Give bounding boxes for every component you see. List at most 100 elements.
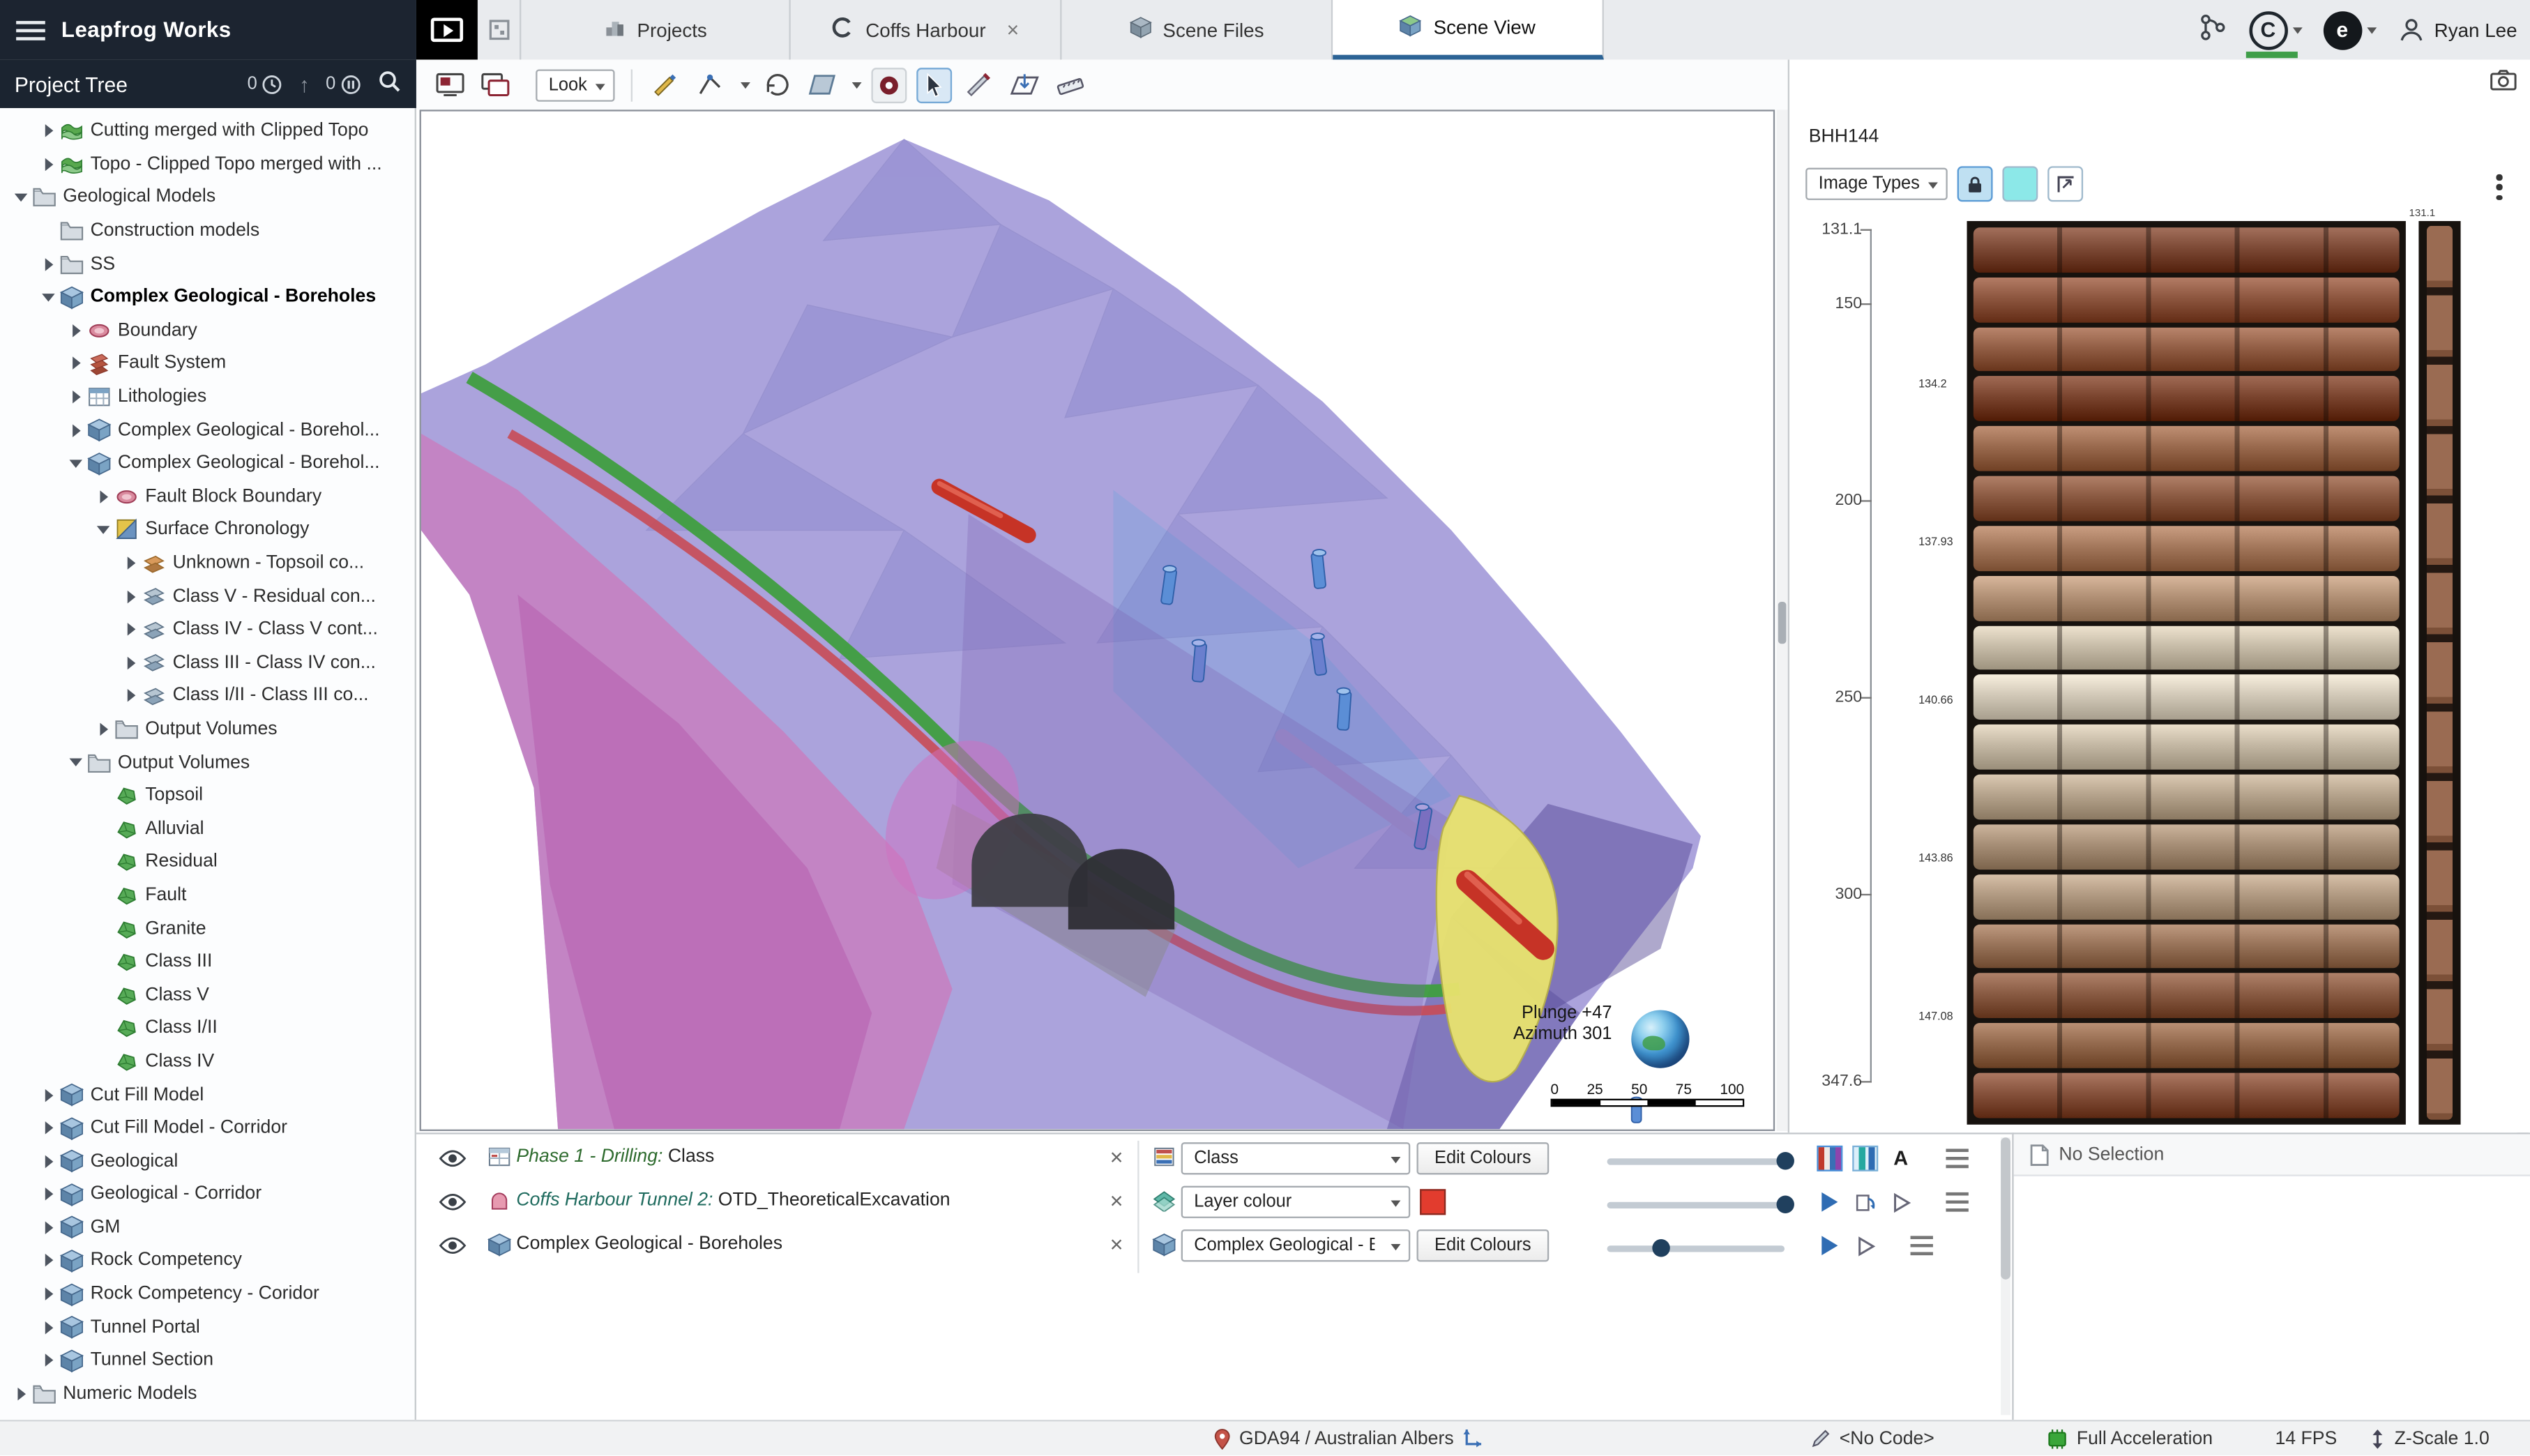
page-flip-icon[interactable] xyxy=(1852,1189,1878,1215)
tree-item-cut-fill-model-corridor[interactable]: Cut Fill Model - Corridor xyxy=(0,1112,415,1145)
scene-panel-splitter[interactable] xyxy=(1776,109,1787,1131)
expander-expanded-icon[interactable] xyxy=(92,526,114,534)
tree-item-unknown-topsoil-co[interactable]: Unknown - Topsoil co... xyxy=(0,547,415,580)
slicer-ring-icon[interactable] xyxy=(871,67,907,103)
expander-expanded-icon[interactable] xyxy=(65,759,87,767)
tab-overview-icon[interactable] xyxy=(478,0,520,60)
kebab-menu-icon[interactable] xyxy=(2488,173,2510,202)
copy-scene-icon[interactable] xyxy=(478,67,513,103)
visibility-eye-icon[interactable] xyxy=(439,1236,466,1260)
tree-item-gm[interactable]: GM xyxy=(0,1211,415,1245)
tree-item-class-v[interactable]: Class V xyxy=(0,978,415,1012)
expander-collapsed-icon[interactable] xyxy=(37,1321,59,1334)
scene-3d-viewport[interactable]: Plunge +47 Azimuth 301 0255075100 xyxy=(420,109,1775,1131)
hamburger-menu-icon[interactable] xyxy=(16,20,45,40)
tree-item-tunnel-portal[interactable]: Tunnel Portal xyxy=(0,1311,415,1344)
edit-colours-button[interactable]: Edit Colours xyxy=(1417,1142,1550,1174)
tree-item-cutting-merged-with-clipped-topo[interactable]: Cutting merged with Clipped Topo xyxy=(0,114,415,148)
expander-collapsed-icon[interactable] xyxy=(37,158,59,171)
draw-slicer-icon[interactable] xyxy=(649,67,684,103)
colormap-bars-icon[interactable] xyxy=(1852,1146,1878,1171)
tree-item-output-volumes[interactable]: Output Volumes xyxy=(0,746,415,780)
opacity-slider[interactable] xyxy=(1607,1158,1785,1165)
play-filled-icon[interactable] xyxy=(1817,1233,1842,1259)
tab-scene-view[interactable]: Scene View xyxy=(1333,0,1604,60)
expander-collapsed-icon[interactable] xyxy=(37,1089,59,1102)
slicer-options-caret[interactable] xyxy=(851,82,861,88)
image-types-dropdown[interactable]: Image Types xyxy=(1805,168,1948,200)
play-outline-icon[interactable] xyxy=(1852,1233,1878,1259)
expander-collapsed-icon[interactable] xyxy=(37,1155,59,1168)
visibility-eye-icon[interactable] xyxy=(439,1192,466,1217)
code-indicator[interactable]: <No Code> xyxy=(1810,1428,1934,1449)
tree-item-class-v-residual-con[interactable]: Class V - Residual con... xyxy=(0,579,415,613)
remove-shape-icon[interactable]: × xyxy=(1104,1144,1130,1169)
expander-collapsed-icon[interactable] xyxy=(37,1354,59,1367)
expander-collapsed-icon[interactable] xyxy=(37,1221,59,1234)
expander-collapsed-icon[interactable] xyxy=(119,690,142,703)
properties-list-icon[interactable] xyxy=(1909,1233,1934,1259)
tab-coffs-harbour[interactable]: Coffs Harbour× xyxy=(791,0,1062,60)
expander-collapsed-icon[interactable] xyxy=(37,125,59,138)
crs-indicator[interactable]: GDA94 / Australian Albers xyxy=(1213,1427,1485,1450)
expander-collapsed-icon[interactable] xyxy=(119,623,142,637)
tree-item-residual[interactable]: Residual xyxy=(0,846,415,879)
expander-expanded-icon[interactable] xyxy=(37,294,59,302)
move-plane-icon[interactable] xyxy=(1006,67,1042,103)
tree-item-fault-block-boundary[interactable]: Fault Block Boundary xyxy=(0,480,415,513)
expander-collapsed-icon[interactable] xyxy=(37,1121,59,1135)
properties-list-icon[interactable] xyxy=(1944,1189,1970,1215)
look-dropdown[interactable]: Look xyxy=(536,68,614,100)
fit-view-button[interactable] xyxy=(2047,166,2083,202)
tree-item-rock-competency-coridor[interactable]: Rock Competency - Coridor xyxy=(0,1277,415,1311)
colour-swatch[interactable] xyxy=(1420,1189,1446,1215)
acceleration-indicator[interactable]: Full Acceleration xyxy=(2046,1429,2213,1448)
expander-collapsed-icon[interactable] xyxy=(119,656,142,669)
pending-tasks[interactable]: 0 xyxy=(248,73,283,94)
camera-icon[interactable] xyxy=(2490,69,2517,95)
expander-collapsed-icon[interactable] xyxy=(119,590,142,603)
core-strip-image[interactable] xyxy=(2418,221,2460,1125)
tree-item-class-i-ii-class-iii-co[interactable]: Class I/II - Class III co... xyxy=(0,679,415,713)
tree-item-numeric-models[interactable]: Numeric Models xyxy=(0,1377,415,1411)
colouring-dropdown[interactable]: Class xyxy=(1181,1142,1411,1174)
tree-item-complex-geological-borehol[interactable]: Complex Geological - Borehol... xyxy=(0,447,415,480)
tree-item-topsoil[interactable]: Topsoil xyxy=(0,779,415,812)
presentation-button[interactable] xyxy=(416,0,478,60)
colormap-interval-icon[interactable] xyxy=(1817,1146,1842,1171)
save-scene-icon[interactable] xyxy=(432,67,468,103)
tab-scene-files[interactable]: Scene Files xyxy=(1061,0,1333,60)
orientation-globe[interactable] xyxy=(1631,1010,1689,1068)
colouring-dropdown[interactable]: Complex Geological - B... xyxy=(1181,1229,1411,1261)
edit-colours-button[interactable]: Edit Colours xyxy=(1417,1229,1550,1261)
tree-item-fault-system[interactable]: Fault System xyxy=(0,347,415,381)
remove-shape-icon[interactable]: × xyxy=(1104,1231,1130,1257)
user-menu[interactable]: Ryan Lee xyxy=(2397,16,2517,43)
expander-collapsed-icon[interactable] xyxy=(37,1188,59,1201)
slicer-plane-icon[interactable] xyxy=(805,67,840,103)
draw-polyline-icon[interactable] xyxy=(694,67,729,103)
branch-icon[interactable] xyxy=(2199,13,2228,47)
shape-list-scrollbar[interactable] xyxy=(2001,1137,2010,1415)
tree-item-class-iv-class-v-cont[interactable]: Class IV - Class V cont... xyxy=(0,613,415,646)
format-text-icon[interactable]: A xyxy=(1888,1146,1914,1171)
tree-item-construction-models[interactable]: Construction models xyxy=(0,214,415,248)
tree-item-complex-geological-boreholes[interactable]: Complex Geological - Boreholes xyxy=(0,281,415,314)
expander-expanded-icon[interactable] xyxy=(10,194,32,202)
expander-collapsed-icon[interactable] xyxy=(65,357,87,370)
tree-item-ss[interactable]: SS xyxy=(0,248,415,281)
expander-collapsed-icon[interactable] xyxy=(10,1388,32,1401)
tree-item-boundary[interactable]: Boundary xyxy=(0,314,415,347)
tree-item-output-volumes[interactable]: Output Volumes xyxy=(0,713,415,746)
play-filled-icon[interactable] xyxy=(1817,1189,1842,1215)
opacity-slider[interactable] xyxy=(1607,1245,1785,1252)
interpolant-loop-icon[interactable] xyxy=(759,67,795,103)
expander-expanded-icon[interactable] xyxy=(65,460,87,468)
upload-arrow-icon[interactable]: ↑ xyxy=(299,72,310,96)
tree-item-complex-geological-borehol[interactable]: Complex Geological - Borehol... xyxy=(0,414,415,447)
tree-item-geological-models[interactable]: Geological Models xyxy=(0,181,415,215)
tree-item-class-iii[interactable]: Class III xyxy=(0,946,415,979)
visibility-eye-icon[interactable] xyxy=(439,1148,466,1173)
tree-item-class-iv[interactable]: Class IV xyxy=(0,1045,415,1078)
tree-item-alluvial[interactable]: Alluvial xyxy=(0,812,415,846)
